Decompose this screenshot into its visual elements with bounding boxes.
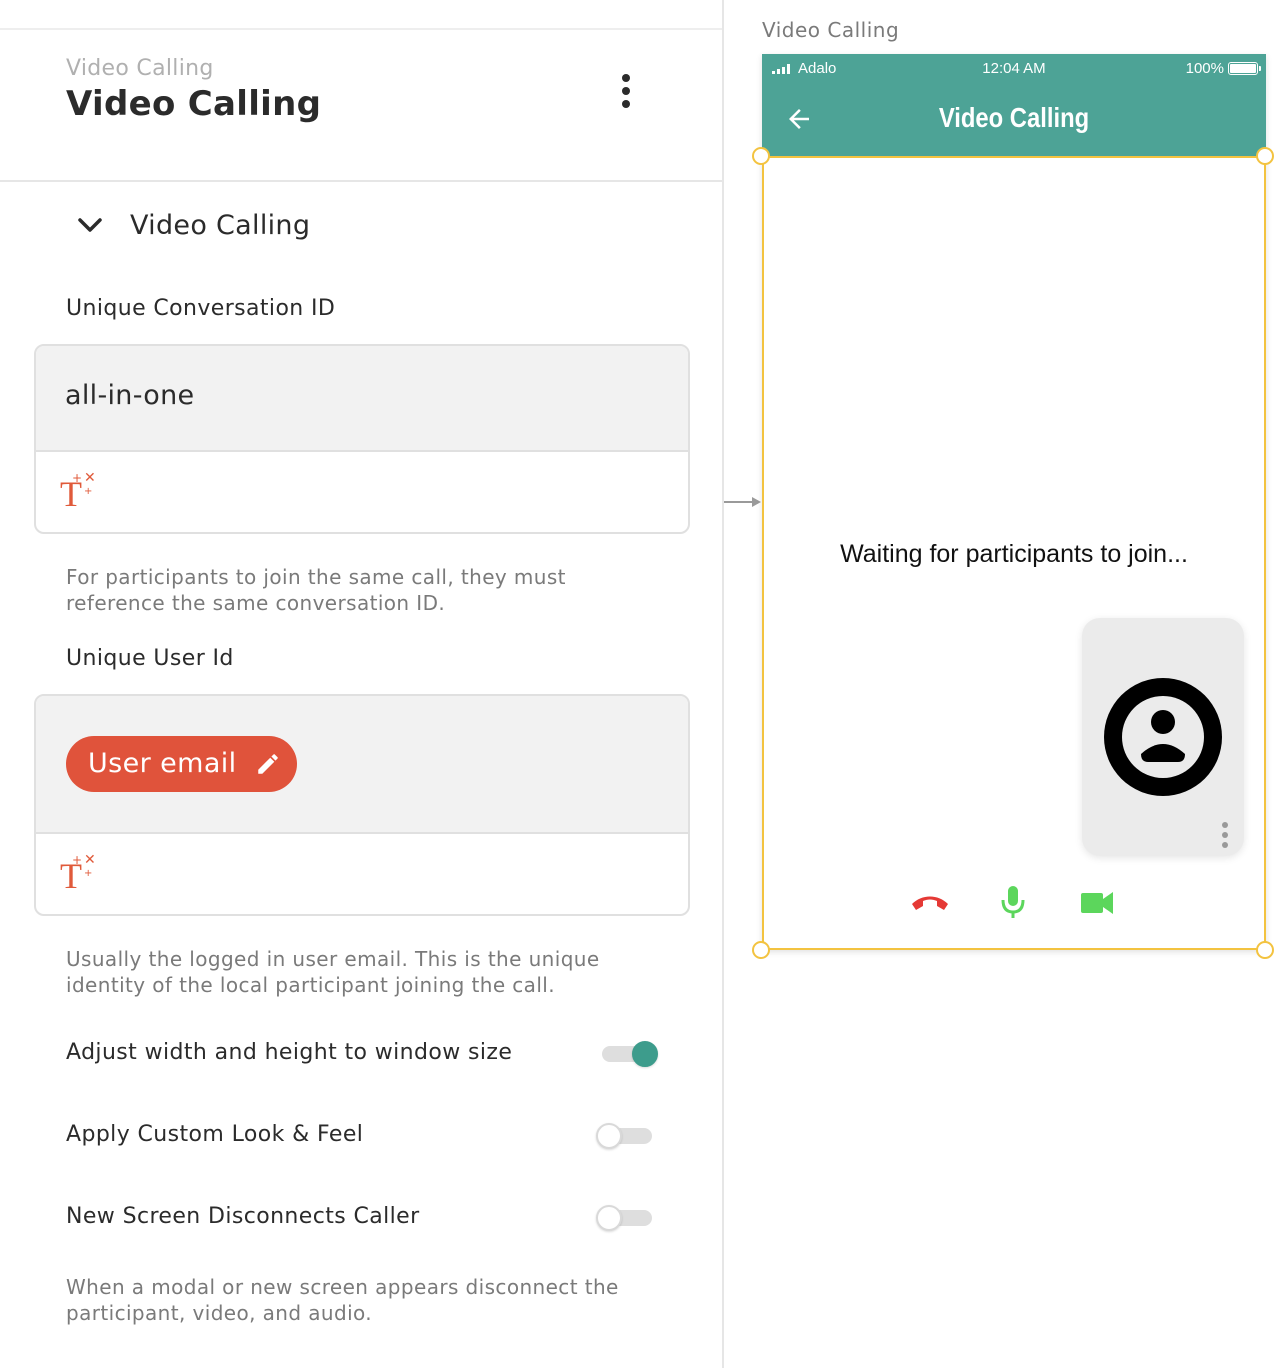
battery-icon [1228,62,1261,75]
component-name[interactable]: Video Calling [66,84,321,124]
section-toggle-video-calling[interactable]: Video Calling [66,206,466,250]
app-root: Video Calling Video Calling Video Callin… [0,0,1280,1368]
app-bar-title: Video Calling [938,102,1090,133]
resize-handle-bottom-right[interactable] [1256,941,1274,959]
conversation-id-field[interactable]: all-in-one T + ✕ + [34,344,690,534]
user-id-toolbar: T + ✕ + [36,834,688,914]
user-id-field[interactable]: User email T + ✕ + [34,694,690,916]
screen-label[interactable]: Video Calling [762,18,899,42]
phone-screen: Adalo 12:04 AM 100% Video Calling Waitin… [752,54,1274,959]
magic-text-icon[interactable]: T + ✕ + [60,471,100,516]
conversation-id-help: For participants to join the same call, … [66,565,566,615]
canvas: Video Calling Adalo 12:04 AM 100% Video … [724,0,1280,1368]
user-id-input[interactable]: User email [36,696,688,834]
resize-handle-top-right[interactable] [1256,147,1274,165]
resize-handle-bottom-left[interactable] [752,941,770,959]
properties-panel: Video Calling Video Calling Video Callin… [0,0,724,1368]
toggle-label-disconnect: New Screen Disconnects Caller [66,1204,420,1229]
magic-text-icon[interactable]: T + ✕ + [60,853,100,898]
user-email-chip[interactable]: User email [66,736,297,792]
toggle-disconnect[interactable] [596,1205,656,1231]
conversation-id-toolbar: T + ✕ + [36,452,688,532]
toggle-adjust-size[interactable] [600,1041,660,1067]
resize-handle-top-left[interactable] [752,147,770,165]
user-id-label: Unique User Id [66,646,234,671]
component-selection-frame [762,156,1266,950]
chevron-down-icon [78,218,102,232]
status-bar: Adalo 12:04 AM 100% [762,54,1266,84]
app-bar[interactable]: Adalo 12:04 AM 100% Video Calling [762,54,1266,156]
link-arrow-icon [724,497,761,507]
section-title: Video Calling [130,210,311,241]
conversation-id-label: Unique Conversation ID [66,296,336,321]
pencil-icon[interactable] [255,751,281,777]
conversation-id-value: all-in-one [65,380,195,411]
conversation-id-input[interactable]: all-in-one [36,346,688,452]
toggle-label-adjust-size: Adjust width and height to window size [66,1040,513,1065]
toggle-label-custom-look: Apply Custom Look & Feel [66,1122,364,1147]
chip-label: User email [88,748,237,779]
user-id-help: Usually the logged in user email. This i… [66,947,600,997]
more-vertical-icon[interactable] [610,70,642,112]
disconnect-help: When a modal or new screen appears disco… [66,1275,619,1325]
battery-percent: 100% [1185,60,1224,77]
toggle-custom-look[interactable] [596,1123,656,1149]
component-type: Video Calling [66,56,214,81]
